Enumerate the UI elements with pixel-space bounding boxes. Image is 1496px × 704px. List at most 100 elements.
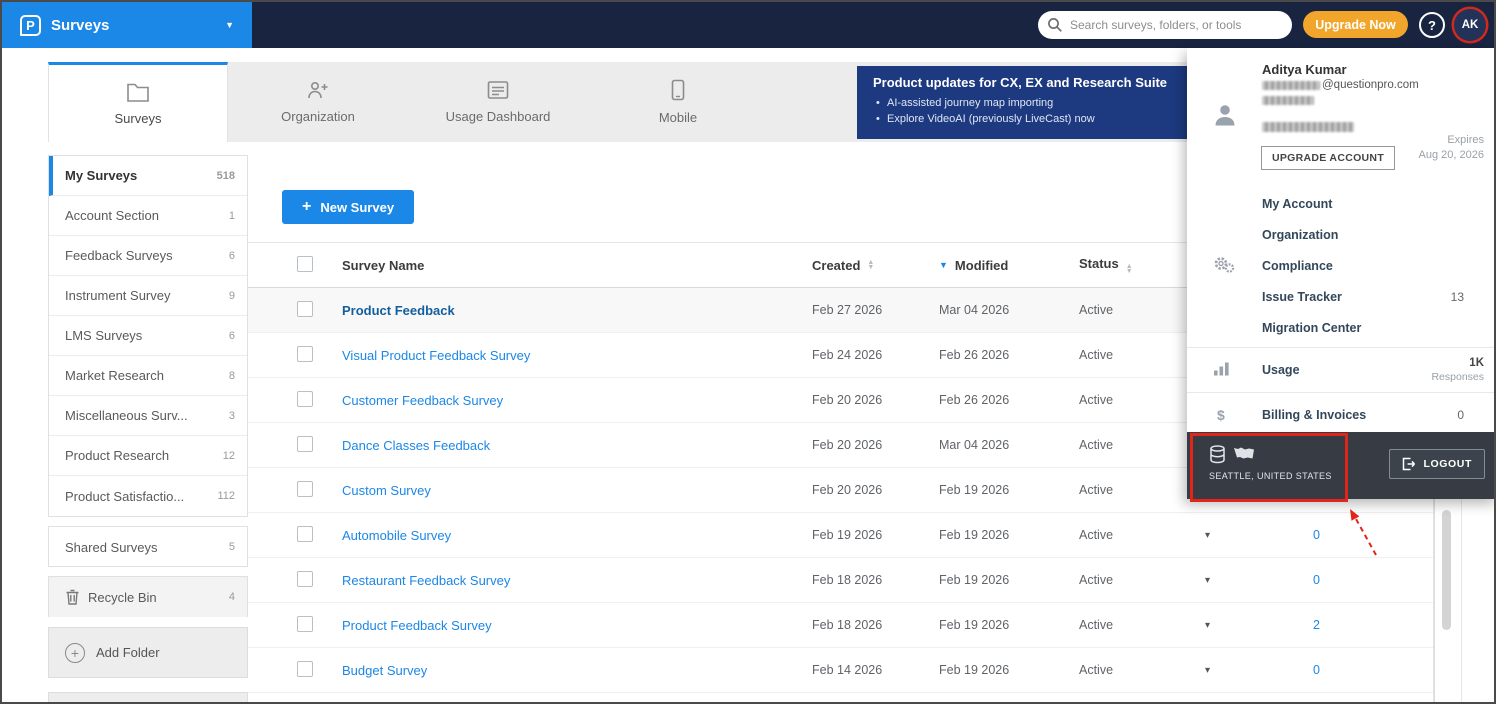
survey-name-link[interactable]: Visual Product Feedback Survey (342, 348, 530, 363)
tab-label: Mobile (659, 110, 697, 125)
folder-list: My Surveys518 Account Section1 Feedback … (48, 155, 248, 517)
folder-count: 1 (229, 210, 235, 222)
modified-cell: Feb 19 2026 (939, 528, 1079, 542)
vertical-scrollbar[interactable] (1442, 510, 1451, 630)
modified-cell: Mar 04 2026 (939, 438, 1079, 452)
united-states-map-icon (1233, 447, 1255, 461)
survey-name-link[interactable]: Custom Survey (342, 483, 431, 498)
survey-name-link[interactable]: Restaurant Feedback Survey (342, 573, 510, 588)
row-checkbox[interactable] (297, 346, 313, 362)
new-survey-button[interactable]: + New Survey (282, 190, 414, 224)
menu-item-issue-tracker[interactable]: Issue Tracker13 (1187, 281, 1496, 312)
sidebar-item-my-surveys[interactable]: My Surveys518 (49, 156, 247, 196)
sidebar-item-shared-surveys[interactable]: Shared Surveys5 (49, 527, 247, 567)
account-footer: SEATTLE, UNITED STATES LOGOUT (1187, 432, 1496, 499)
folder-count: 9 (229, 290, 235, 302)
row-checkbox[interactable] (297, 661, 313, 677)
sidebar-item-market-research[interactable]: Market Research8 (49, 356, 247, 396)
tab-organization[interactable]: Organization (228, 62, 408, 142)
menu-item-my-account[interactable]: My Account (1187, 188, 1496, 219)
created-cell: Feb 18 2026 (812, 618, 939, 632)
responses-link[interactable]: 0 (1313, 528, 1320, 542)
header-created[interactable]: Created▲▼ (812, 258, 939, 273)
upgrade-now-button[interactable]: Upgrade Now (1303, 11, 1408, 38)
folder-icon (126, 81, 150, 102)
header-survey-name[interactable]: Survey Name (342, 258, 812, 273)
sidebar-item-account-section[interactable]: Account Section1 (49, 196, 247, 236)
sidebar-item-lms-surveys[interactable]: LMS Surveys6 (49, 316, 247, 356)
menu-item-usage[interactable]: Usage 1KResponses (1187, 352, 1496, 388)
responses-link[interactable]: 0 (1313, 663, 1320, 677)
select-all-cell (297, 256, 342, 275)
sidebar-item-instrument-survey[interactable]: Instrument Survey9 (49, 276, 247, 316)
row-checkbox[interactable] (297, 616, 313, 632)
sort-descending-icon[interactable]: ▼ (939, 260, 948, 270)
dollar-icon: $ (1217, 407, 1225, 423)
modified-cell: Feb 19 2026 (939, 618, 1079, 632)
search-input[interactable] (1038, 11, 1292, 39)
sidebar-item-product-research[interactable]: Product Research12 (49, 436, 247, 476)
table-row[interactable]: Product Feedback Survey Feb 18 2026 Feb … (248, 603, 1433, 648)
sidebar-item-miscellaneous-surveys[interactable]: Miscellaneous Surv...3 (49, 396, 247, 436)
row-checkbox[interactable] (297, 526, 313, 542)
redacted-text (1262, 122, 1354, 132)
gears-icon (1213, 255, 1235, 276)
row-checkbox[interactable] (297, 571, 313, 587)
status-dropdown-caret[interactable]: ▾ (1205, 620, 1235, 631)
add-folder-label: Add Folder (96, 645, 160, 660)
product-menu-label: Surveys (51, 17, 109, 34)
tab-label: Surveys (115, 111, 162, 126)
table-row[interactable]: Restaurant Feedback Survey Feb 18 2026 F… (248, 558, 1433, 603)
survey-name-link[interactable]: Automobile Survey (342, 528, 451, 543)
modified-cell: Feb 26 2026 (939, 348, 1079, 362)
survey-name-link[interactable]: Product Feedback (342, 303, 455, 318)
sidebar-item-feedback-surveys[interactable]: Feedback Surveys6 (49, 236, 247, 276)
menu-item-migration-center[interactable]: Migration Center (1187, 312, 1496, 343)
sort-updown-icon[interactable]: ▲▼ (1126, 264, 1133, 274)
created-cell: Feb 20 2026 (812, 393, 939, 407)
sidebar-item-product-satisfaction[interactable]: Product Satisfactio...112 (49, 476, 247, 516)
status-dropdown-caret[interactable]: ▾ (1205, 575, 1235, 586)
select-all-checkbox[interactable] (297, 256, 313, 272)
header-modified[interactable]: ▼Modified (939, 258, 1079, 273)
menu-item-billing-invoices[interactable]: $ Billing & Invoices 0 (1187, 397, 1496, 433)
logout-button[interactable]: LOGOUT (1389, 449, 1485, 479)
mobile-phone-icon (671, 79, 685, 101)
app-window: P Surveys ▼ Upgrade Now ? AK Surveys Org… (0, 0, 1496, 704)
sidebar-item-recycle-bin[interactable]: Recycle Bin 4 (49, 577, 247, 617)
tab-usage-dashboard[interactable]: Usage Dashboard (408, 62, 588, 142)
survey-name-link[interactable]: Product Feedback Survey (342, 618, 492, 633)
survey-name-link[interactable]: Dance Classes Feedback (342, 438, 490, 453)
user-avatar[interactable]: AK (1454, 9, 1486, 41)
sidebar-next-group-partial (48, 692, 248, 704)
survey-name-link[interactable]: Customer Feedback Survey (342, 393, 503, 408)
tab-surveys[interactable]: Surveys (48, 62, 228, 142)
folder-count: 3 (229, 410, 235, 422)
row-checkbox[interactable] (297, 391, 313, 407)
help-icon[interactable]: ? (1419, 12, 1445, 38)
status-dropdown-caret[interactable]: ▾ (1205, 665, 1235, 676)
folder-count: 8 (229, 370, 235, 382)
add-folder-button[interactable]: + Add Folder (48, 627, 248, 678)
product-switcher-menu[interactable]: P Surveys ▼ (2, 2, 252, 48)
survey-name-link[interactable]: Budget Survey (342, 663, 427, 678)
folder-count: 518 (217, 170, 235, 182)
row-checkbox[interactable] (297, 436, 313, 452)
created-cell: Feb 27 2026 (812, 303, 939, 317)
usage-value: 1KResponses (1431, 357, 1484, 384)
database-icon (1209, 445, 1226, 464)
table-right-edge (1434, 499, 1435, 704)
sort-updown-icon[interactable]: ▲▼ (867, 260, 874, 270)
responses-link[interactable]: 2 (1313, 618, 1320, 632)
table-row[interactable]: Budget Survey Feb 14 2026 Feb 19 2026 Ac… (248, 648, 1433, 693)
table-row[interactable]: Automobile Survey Feb 19 2026 Feb 19 202… (248, 513, 1433, 558)
menu-item-compliance[interactable]: Compliance (1187, 250, 1496, 281)
responses-link[interactable]: 0 (1313, 573, 1320, 587)
menu-item-organization[interactable]: Organization (1187, 219, 1496, 250)
row-checkbox[interactable] (297, 481, 313, 497)
row-checkbox[interactable] (297, 301, 313, 317)
upgrade-account-button[interactable]: UPGRADE ACCOUNT (1261, 146, 1395, 170)
status-dropdown-caret[interactable]: ▾ (1205, 530, 1235, 541)
tab-mobile[interactable]: Mobile (588, 62, 768, 142)
bullet-icon: • (876, 95, 880, 111)
